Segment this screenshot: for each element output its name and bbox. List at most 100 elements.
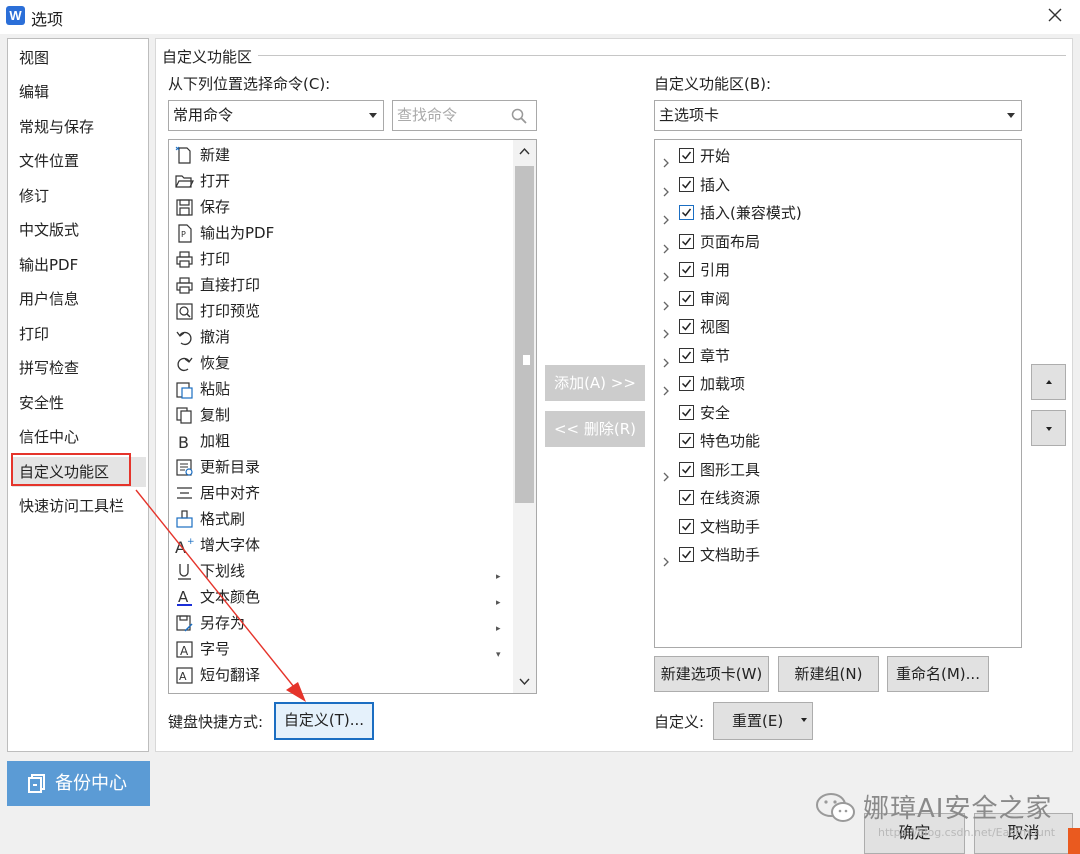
checkbox[interactable]: [679, 291, 694, 306]
list-item[interactable]: 恢复: [174, 350, 509, 376]
close-icon[interactable]: [1044, 4, 1066, 26]
checkbox[interactable]: [679, 519, 694, 534]
list-item[interactable]: 打印: [174, 246, 509, 272]
checkbox[interactable]: [679, 177, 694, 192]
tree-item[interactable]: 加载项: [655, 370, 1015, 398]
list-item[interactable]: 更新目录: [174, 454, 509, 480]
ribbon-tabs-select[interactable]: 主选项卡: [654, 100, 1022, 131]
command-source-select[interactable]: 常用命令: [168, 100, 384, 131]
new-group-button[interactable]: 新建组(N): [778, 656, 879, 692]
list-item[interactable]: 居中对齐: [174, 480, 509, 506]
list-item[interactable]: 另存为 ▸: [174, 610, 509, 636]
list-item[interactable]: B 加粗: [174, 428, 509, 454]
list-item[interactable]: 打印预览: [174, 298, 509, 324]
list-item[interactable]: 保存: [174, 194, 509, 220]
tree-item[interactable]: 图形工具: [655, 456, 1015, 484]
expand-arrow-icon[interactable]: [661, 207, 671, 225]
nav-item-chinese-layout[interactable]: 中文版式: [12, 215, 146, 245]
expand-arrow-icon[interactable]: [661, 236, 671, 254]
reset-button[interactable]: 重置(E): [713, 702, 813, 740]
scroll-down-icon[interactable]: [513, 669, 536, 693]
move-down-button[interactable]: [1031, 410, 1066, 446]
nav-item-quick-access-toolbar[interactable]: 快速访问工具栏: [12, 491, 146, 521]
tree-item[interactable]: 章节: [655, 342, 1015, 370]
add-button[interactable]: 添加(A) >>: [545, 365, 645, 401]
expand-arrow-icon[interactable]: [661, 350, 671, 368]
tree-item[interactable]: 页面布局: [655, 228, 1015, 256]
list-item[interactable]: 新建: [174, 142, 509, 168]
expand-arrow-icon[interactable]: [661, 378, 671, 396]
expand-arrow-icon[interactable]: [661, 179, 671, 197]
command-list[interactable]: 新建 打开 保存 P 输出为PDF 打印 直接打印 打印预览 撤消 恢复 粘贴 …: [168, 139, 537, 694]
checkbox[interactable]: [679, 348, 694, 363]
checkbox[interactable]: [679, 205, 694, 220]
nav-item-spell-check[interactable]: 拼写检查: [12, 353, 146, 383]
checkbox[interactable]: [679, 462, 694, 477]
tree-item[interactable]: 开始: [655, 142, 1015, 170]
expand-arrow-icon[interactable]: [661, 293, 671, 311]
expand-arrow-icon[interactable]: [661, 464, 671, 482]
nav-item-print[interactable]: 打印: [12, 319, 146, 349]
expand-arrow-icon[interactable]: [661, 264, 671, 282]
expand-arrow-icon[interactable]: [661, 150, 671, 168]
backup-center-button[interactable]: 备份中心: [7, 761, 150, 806]
checkbox[interactable]: [679, 490, 694, 505]
checkbox[interactable]: [679, 405, 694, 420]
expand-arrow-icon[interactable]: [661, 321, 671, 339]
checkbox[interactable]: [679, 148, 694, 163]
nav-item-file-location[interactable]: 文件位置: [12, 146, 146, 176]
wps-logo-icon: W: [6, 6, 25, 25]
checkbox[interactable]: [679, 262, 694, 277]
tree-item-label: 文档助手: [700, 518, 761, 536]
expand-arrow-icon[interactable]: [661, 549, 671, 567]
scrollbar-thumb[interactable]: [515, 166, 534, 503]
nav-item-revision[interactable]: 修订: [12, 181, 146, 211]
list-item[interactable]: 粘贴: [174, 376, 509, 402]
nav-item-security[interactable]: 安全性: [12, 388, 146, 418]
nav-item-export-pdf[interactable]: 输出PDF: [12, 250, 146, 280]
tree-item-label: 文档助手: [700, 546, 761, 564]
move-up-button[interactable]: [1031, 364, 1066, 400]
rename-button[interactable]: 重命名(M)...: [887, 656, 989, 692]
tree-item[interactable]: 插入(兼容模式): [655, 199, 1015, 227]
tree-item[interactable]: 插入: [655, 171, 1015, 199]
list-item[interactable]: 复制: [174, 402, 509, 428]
nav-item-view[interactable]: 视图: [12, 43, 146, 73]
tree-item-label: 引用: [700, 261, 731, 279]
tree-item[interactable]: 特色功能: [655, 427, 1015, 455]
tree-item[interactable]: 文档助手: [655, 513, 1015, 541]
list-item[interactable]: 格式刷: [174, 506, 509, 532]
list-item[interactable]: 下划线 ▸: [174, 558, 509, 584]
checkbox[interactable]: [679, 376, 694, 391]
nav-item-edit[interactable]: 编辑: [12, 77, 146, 107]
nav-item-user-info[interactable]: 用户信息: [12, 284, 146, 314]
nav-item-trust-center[interactable]: 信任中心: [12, 422, 146, 452]
list-item[interactable]: A + 增大字体: [174, 532, 509, 558]
tree-item[interactable]: 视图: [655, 313, 1015, 341]
checkbox[interactable]: [679, 433, 694, 448]
checkbox[interactable]: [679, 547, 694, 562]
list-item[interactable]: 撤消: [174, 324, 509, 350]
tree-item[interactable]: 文档助手: [655, 541, 1015, 569]
customize-shortcut-button[interactable]: 自定义(T)...: [274, 702, 374, 740]
checkbox[interactable]: [679, 234, 694, 249]
tree-item[interactable]: 审阅: [655, 285, 1015, 313]
command-search-input[interactable]: 查找命令: [392, 100, 537, 131]
tree-item[interactable]: 安全: [655, 399, 1015, 427]
scroll-up-icon[interactable]: [513, 140, 536, 164]
list-item[interactable]: 直接打印: [174, 272, 509, 298]
list-item[interactable]: P 输出为PDF: [174, 220, 509, 246]
list-item[interactable]: A 短句翻译: [174, 662, 509, 688]
ribbon-tab-tree[interactable]: 开始 插入 插入(兼容模式) 页面布局 引用 审阅 视图 章节 加载项 安全 特…: [654, 139, 1022, 648]
list-item[interactable]: A 文本颜色 ▸: [174, 584, 509, 610]
tree-item[interactable]: 在线资源: [655, 484, 1015, 512]
remove-button[interactable]: << 删除(R): [545, 411, 645, 447]
svg-text:+: +: [187, 537, 194, 547]
command-list-scrollbar[interactable]: [513, 140, 536, 693]
list-item[interactable]: 打开: [174, 168, 509, 194]
checkbox[interactable]: [679, 319, 694, 334]
new-tab-button[interactable]: 新建选项卡(W): [654, 656, 769, 692]
list-item[interactable]: A 字号 ▾: [174, 636, 509, 662]
tree-item[interactable]: 引用: [655, 256, 1015, 284]
nav-item-general-save[interactable]: 常规与保存: [12, 112, 146, 142]
